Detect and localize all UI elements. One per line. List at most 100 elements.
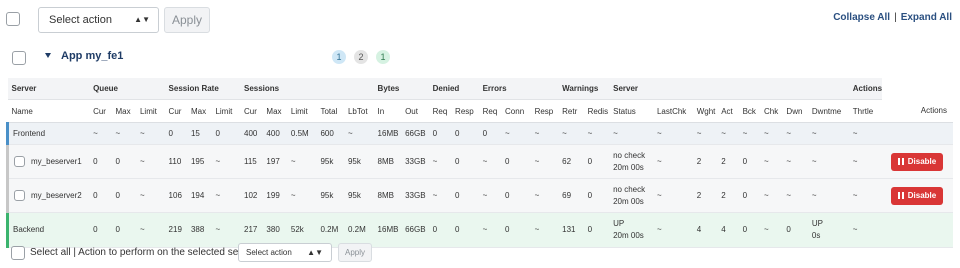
table-cell: Disable bbox=[882, 178, 953, 213]
table-cell: 0 bbox=[111, 144, 136, 179]
expand-all-link[interactable]: Expand All bbox=[901, 12, 952, 23]
links-separator: | bbox=[894, 12, 897, 23]
table-cell: ~ bbox=[782, 122, 808, 145]
column-header: Name bbox=[7, 99, 90, 123]
status-line: UP bbox=[613, 219, 625, 228]
table-cell: 0 bbox=[89, 144, 112, 179]
table-cell bbox=[882, 122, 953, 145]
select-all-servers-checkbox[interactable] bbox=[11, 246, 25, 260]
table-cell: ~ bbox=[760, 122, 783, 145]
table-cell: ~ bbox=[135, 144, 165, 179]
collapse-triangle-icon[interactable] bbox=[45, 53, 51, 58]
table-cell: 0 bbox=[111, 178, 136, 213]
table-cell: 0 bbox=[164, 122, 187, 145]
table-cell: ~ bbox=[848, 144, 883, 179]
group-header: Queue bbox=[89, 78, 165, 100]
table-cell: 15 bbox=[186, 122, 212, 145]
table-cell: ~ bbox=[807, 178, 849, 213]
disable-button[interactable]: Disable bbox=[891, 186, 943, 205]
table-cell: ~ bbox=[135, 122, 165, 145]
table-cell: ~ bbox=[652, 144, 693, 179]
action-select[interactable]: Select action ▲▼ bbox=[38, 7, 159, 33]
table-cell: 62 bbox=[558, 144, 584, 179]
table-cell: 16MB bbox=[373, 122, 402, 145]
column-header: Out bbox=[401, 99, 429, 123]
table-cell: ~ bbox=[501, 122, 531, 145]
column-header: Max bbox=[186, 99, 212, 123]
table-cell: 0 bbox=[428, 122, 452, 145]
table-cell: ~ bbox=[530, 144, 559, 179]
column-header: Actions bbox=[882, 99, 953, 123]
column-header: LbTot bbox=[343, 99, 374, 123]
status-line: UP bbox=[811, 219, 824, 228]
table-cell: 8MB bbox=[373, 178, 402, 213]
status-duration: 20m 00s bbox=[613, 196, 644, 206]
disable-button[interactable]: Disable bbox=[891, 152, 943, 171]
select-all-proxies-checkbox[interactable] bbox=[6, 12, 20, 26]
server-action-select[interactable]: Select action ▲▼ bbox=[238, 243, 332, 262]
group-header: Warnings bbox=[558, 78, 610, 100]
server-checkbox[interactable] bbox=[14, 189, 25, 201]
server-row: my_beserver1 0 0 ~110 195 ~115 197 ~95k 95k 8MB 33… bbox=[6, 144, 953, 179]
table-cell: no check 20m 00s bbox=[609, 144, 653, 179]
table-cell: ~ bbox=[652, 178, 693, 213]
column-header: Limit bbox=[211, 99, 240, 123]
status-line: no check bbox=[613, 150, 646, 160]
table-cell: 66GB bbox=[401, 122, 429, 145]
select-arrows-icon: ▲▼ bbox=[307, 248, 323, 257]
pause-icon bbox=[897, 191, 904, 199]
table-cell: ~ bbox=[807, 144, 849, 179]
frontend-row: Frontend ~ ~ ~0 15 0 400 400 0.5M 600 ~16MB 66GB 0 0 0… bbox=[6, 122, 953, 145]
column-header: Cur bbox=[164, 99, 187, 123]
column-header: Conn bbox=[501, 99, 531, 123]
table-cell: 2 bbox=[692, 178, 718, 213]
column-header: Wght bbox=[692, 99, 718, 123]
table-cell: ~ bbox=[782, 144, 808, 179]
group-header: Sessions bbox=[240, 78, 374, 100]
table-cell: 0 bbox=[451, 144, 479, 179]
column-header: Total bbox=[316, 99, 344, 123]
table-cell: 2 bbox=[692, 144, 718, 179]
column-header: Thrtle bbox=[848, 99, 883, 123]
server-row: my_beserver2 0 0 ~106 194 ~102 199 ~95k 95k 8MB 33… bbox=[6, 178, 953, 213]
table-cell: 0 bbox=[738, 178, 760, 213]
column-header: In bbox=[373, 99, 402, 123]
row-name: Frontend bbox=[13, 128, 46, 138]
proxy-checkbox[interactable] bbox=[12, 51, 26, 65]
table-cell: ~ bbox=[478, 178, 502, 213]
table-cell: 115 bbox=[240, 144, 263, 179]
group-header: Server bbox=[609, 78, 849, 100]
row-name: Backend bbox=[13, 225, 45, 234]
group-header: Actions bbox=[848, 78, 883, 100]
server-apply-button[interactable]: Apply bbox=[338, 243, 372, 262]
table-cell: ~ bbox=[286, 144, 317, 179]
column-header: Cur bbox=[89, 99, 112, 123]
table-cell: ~ bbox=[848, 178, 883, 213]
row-name-cell: Frontend bbox=[6, 122, 90, 145]
pause-icon bbox=[897, 157, 904, 165]
column-header: Redis bbox=[583, 99, 610, 123]
table-cell: ~ bbox=[807, 122, 849, 145]
server-checkbox[interactable] bbox=[14, 155, 25, 167]
group-header: Server bbox=[7, 78, 90, 100]
table-cell: ~ bbox=[848, 122, 883, 145]
table-cell: 199 bbox=[262, 178, 287, 213]
table-cell: 33GB bbox=[401, 178, 429, 213]
table-cell: ~ bbox=[478, 144, 502, 179]
column-header: Limit bbox=[286, 99, 317, 123]
apply-button[interactable]: Apply bbox=[164, 7, 210, 33]
table-cell: no check 20m 00s bbox=[609, 178, 653, 213]
table-cell: 0 bbox=[211, 122, 240, 145]
table-cell: ~ bbox=[558, 122, 584, 145]
status-line: no check bbox=[613, 184, 646, 194]
table-cell: ~ bbox=[583, 122, 610, 145]
collapse-all-link[interactable]: Collapse All bbox=[833, 12, 890, 23]
table-cell: 0 bbox=[583, 144, 610, 179]
group-header: Session Rate bbox=[164, 78, 240, 100]
table-cell: ~ bbox=[692, 122, 718, 145]
disable-label: Disable bbox=[907, 156, 937, 166]
select-arrows-icon: ▲▼ bbox=[134, 15, 150, 24]
column-header: Resp bbox=[451, 99, 479, 123]
column-header: Status bbox=[609, 99, 653, 123]
table-group-header-row: Server Queue Session Rate Sessions Bytes Deni… bbox=[7, 78, 954, 100]
